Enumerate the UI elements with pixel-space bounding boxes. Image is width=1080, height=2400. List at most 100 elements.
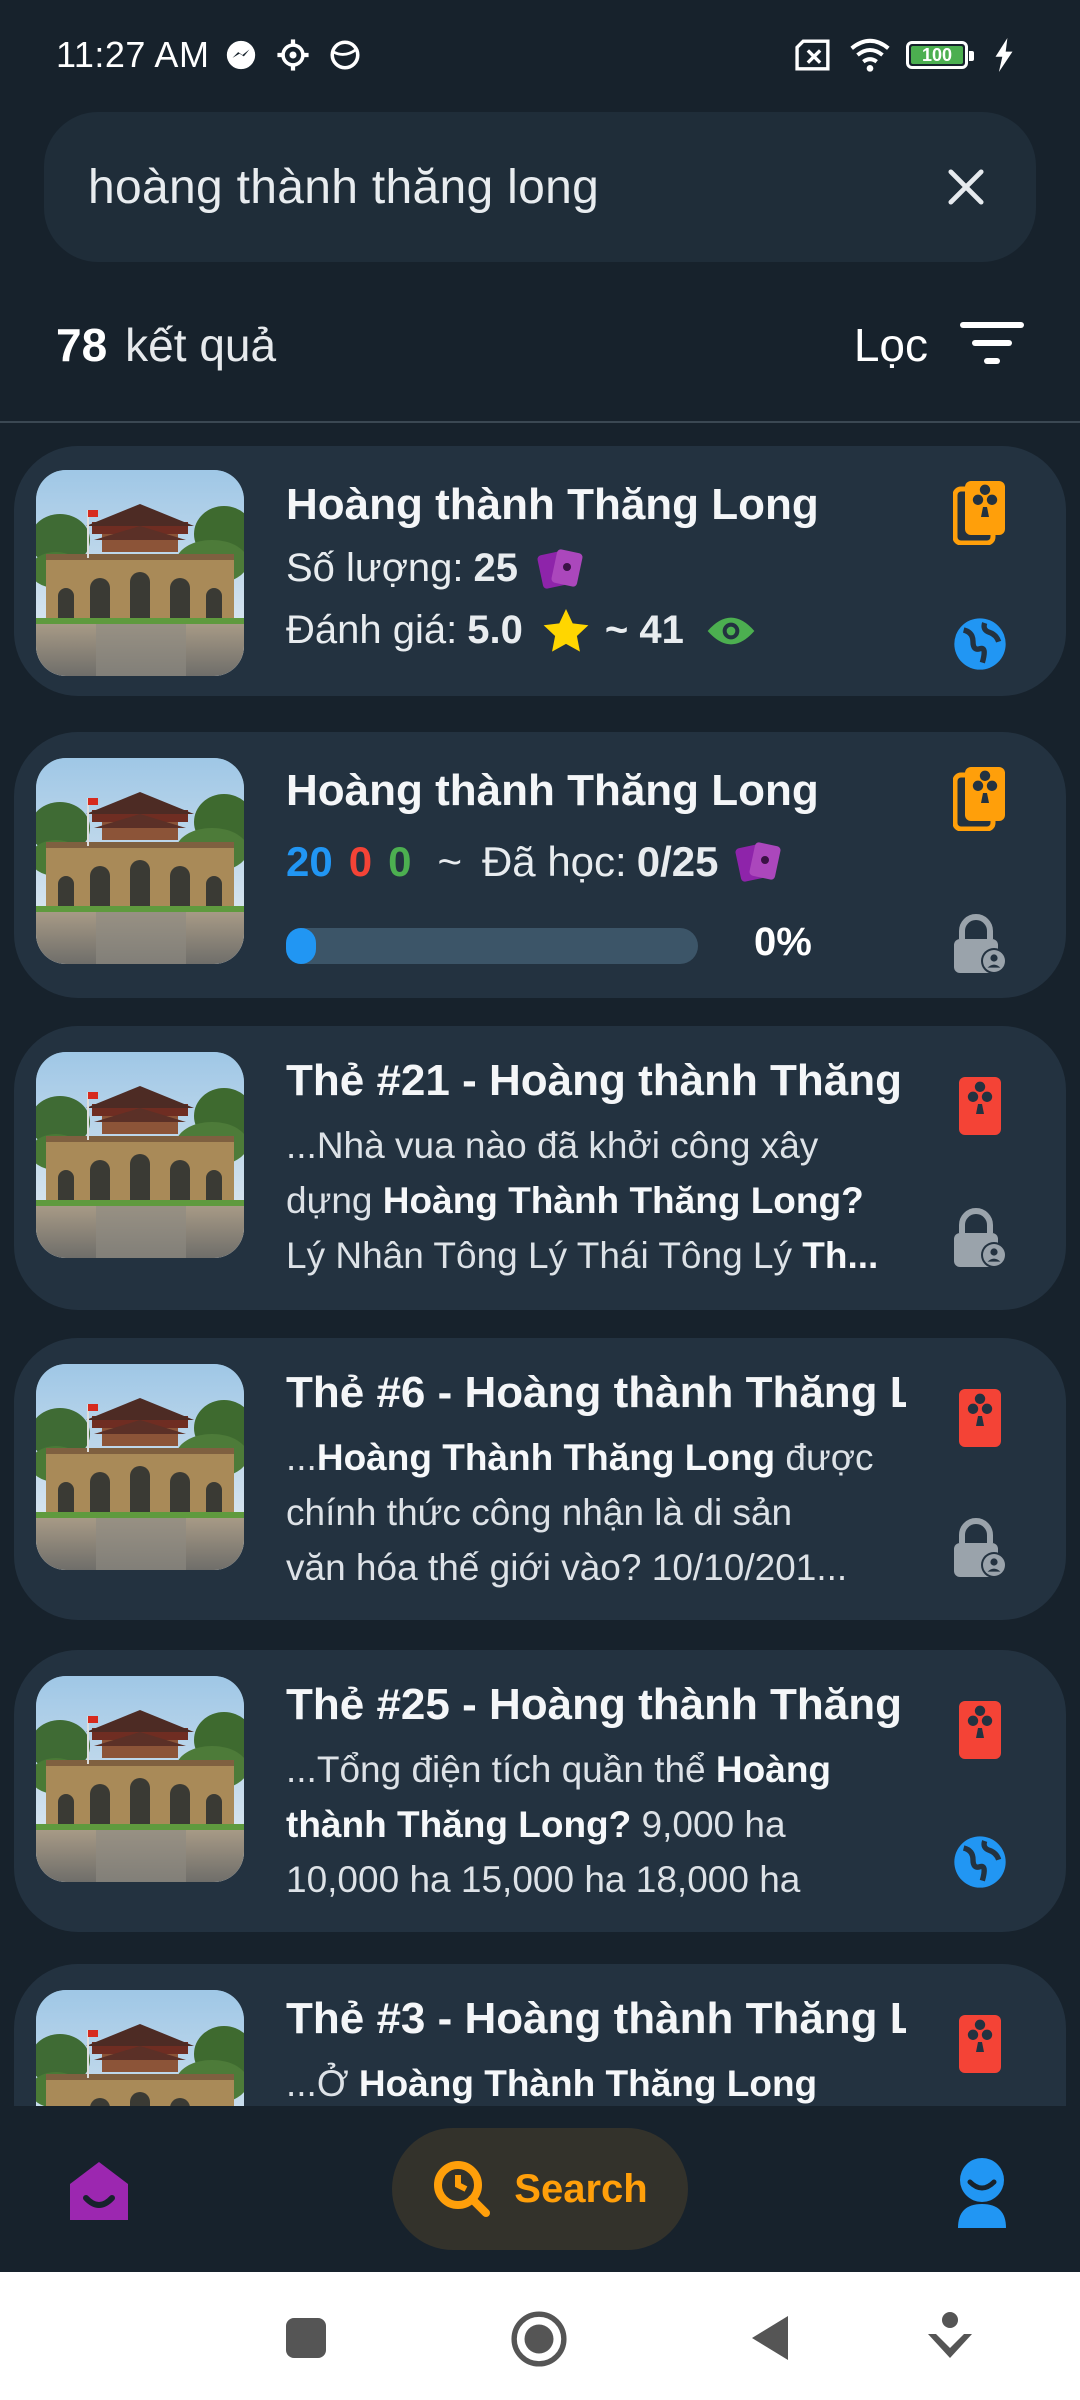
recents-button[interactable] <box>278 2310 334 2366</box>
private-lock-icon[interactable] <box>950 1206 1010 1270</box>
deck-title: Hoàng thành Thăng Long <box>286 766 819 815</box>
wifi-icon <box>850 35 890 75</box>
clear-search-icon[interactable] <box>940 161 992 213</box>
single-card-icon[interactable] <box>950 1698 1010 1762</box>
profile-icon <box>958 2158 1006 2228</box>
snippet-highlight: Hoàng <box>715 1749 832 1790</box>
snippet-line: dựng Hoàng Thành Thăng Long? <box>286 1173 911 1228</box>
profile-tab[interactable] <box>954 2156 1010 2228</box>
snippet-line: ...Nhà vua nào đã khởi công xây <box>286 1125 819 1166</box>
my-deck-card[interactable]: Hoàng thành Thăng Long 20 0 0 ~ Đã học: … <box>14 732 1066 998</box>
progress-percent: 0% <box>754 920 812 964</box>
snippet-line: Lý Nhân Tông Lý Thái Tông Lý Th... <box>286 1228 911 1283</box>
snippet-text: dựng <box>286 1180 383 1221</box>
snippet-line: văn hóa thế giới vào? 10/10/201... <box>286 1547 848 1588</box>
private-lock-icon[interactable] <box>950 912 1010 976</box>
charging-icon <box>984 35 1024 75</box>
snippet-text: ...Ở <box>286 2063 359 2104</box>
snippet-line: 10,000 ha 15,000 ha 18,000 ha <box>286 1859 801 1900</box>
battery-icon: 100 <box>906 41 974 69</box>
snippet-text: ...Tổng điện tích quần thể <box>286 1749 716 1790</box>
card-thumbnail <box>36 1990 244 2106</box>
search-bar[interactable]: hoàng thành thăng long <box>44 112 1036 262</box>
progress-bar <box>286 928 698 964</box>
public-globe-icon[interactable] <box>950 1830 1010 1894</box>
rating-label: Đánh giá: <box>286 608 458 652</box>
filter-label: Lọc <box>853 319 928 371</box>
card-result[interactable]: Thẻ #21 - Hoàng thành Thăng Long ...Nhà … <box>14 1026 1066 1310</box>
card-result[interactable]: Thẻ #25 - Hoàng thành Thăng Long ...Tổng… <box>14 1650 1066 1932</box>
card-result[interactable]: Thẻ #6 - Hoàng thành Thăng Long ...Hoàng… <box>14 1338 1066 1620</box>
tilde: ~ <box>437 838 462 885</box>
single-card-icon[interactable] <box>950 1074 1010 1138</box>
rating-value: 5.0 <box>467 608 523 652</box>
views-count: ~ 41 <box>604 608 684 652</box>
private-lock-icon[interactable] <box>950 1516 1010 1580</box>
filter-icon <box>960 320 1024 371</box>
snippet-line: chính thức công nhận là di sản <box>286 1492 793 1533</box>
card-title: Thẻ #25 - Hoàng thành Thăng Long <box>286 1680 906 1729</box>
bottom-navigation: Search <box>0 2106 1080 2272</box>
settings-gear-icon <box>273 35 313 75</box>
home-button[interactable] <box>510 2310 567 2367</box>
snippet-line: ...Hoàng Thành Thăng Long được <box>286 1430 911 1485</box>
search-input[interactable]: hoàng thành thăng long <box>88 160 940 215</box>
learn-count: 0 <box>388 838 412 885</box>
due-count: 0 <box>348 838 373 885</box>
card-thumbnail <box>36 1676 244 1882</box>
card-title: Thẻ #21 - Hoàng thành Thăng Long <box>286 1056 906 1105</box>
card-title: Thẻ #6 - Hoàng thành Thăng Long <box>286 1368 906 1417</box>
eye-icon <box>706 614 756 648</box>
learned-label: Đã học: <box>481 838 627 885</box>
no-sim-icon <box>794 35 834 75</box>
home-tab[interactable] <box>66 2158 132 2224</box>
cards-icon <box>734 840 784 884</box>
quantity-value: 25 <box>473 546 519 590</box>
deck-study-stats: 20 0 0 ~ Đã học: 0/25 <box>286 838 784 886</box>
deck-result-card[interactable]: Hoàng thành Thăng Long Số lượng: 25 Đánh… <box>14 446 1066 696</box>
deck-cards-icon[interactable] <box>950 480 1010 545</box>
search-tab-label: Search <box>514 2166 648 2211</box>
card-title: Thẻ #3 - Hoàng thành Thăng Long <box>286 1994 906 2043</box>
search-icon <box>434 2161 491 2217</box>
card-result[interactable]: Thẻ #3 - Hoàng thành Thăng Long ...Ở Hoà… <box>14 1964 1066 2106</box>
snippet-highlight: Hoàng Thành Thăng Long <box>316 1437 776 1478</box>
status-time: 11:27 AM <box>56 34 210 75</box>
snippet-text: 9,000 ha <box>631 1804 786 1845</box>
search-tab[interactable]: Search <box>392 2128 688 2250</box>
snippet-highlight: Hoàng Thành Thăng Long? <box>382 1180 864 1221</box>
deck-quantity: Số lượng: 25 <box>286 546 586 591</box>
card-snippet: ...Nhà vua nào đã khởi công xây dựng Hoà… <box>286 1118 911 1283</box>
snippet-highlight: thành Thăng Long? <box>286 1804 632 1845</box>
result-count-label: kết quả <box>125 319 277 371</box>
deck-title: Hoàng thành Thăng Long <box>286 480 819 529</box>
single-card-icon[interactable] <box>950 1386 1010 1450</box>
cards-icon <box>536 547 586 591</box>
hide-keyboard-button[interactable] <box>922 2310 978 2366</box>
messenger-icon <box>221 35 261 75</box>
results-bar: 78 kết quả Lọc <box>0 290 1080 400</box>
deck-thumbnail <box>36 758 244 964</box>
snippet-text: ... <box>286 1437 317 1478</box>
learned-value: 0/25 <box>636 838 719 885</box>
snippet-line: ...Ở Hoàng Thành Thăng Long <box>286 2056 911 2106</box>
card-snippet: ...Ở Hoàng Thành Thăng Long <box>286 2056 911 2106</box>
public-globe-icon[interactable] <box>950 612 1010 676</box>
snippet-line: ...Tổng điện tích quần thể Hoàng <box>286 1742 911 1797</box>
quantity-label: Số lượng: <box>286 546 464 590</box>
star-icon <box>543 608 589 653</box>
status-bar: 11:27 AM 100 <box>0 0 1080 110</box>
home-icon <box>70 2162 128 2220</box>
snippet-highlight: Hoàng Thành Thăng Long <box>358 2063 818 2104</box>
snippet-text: được <box>775 1437 874 1478</box>
progress-fill <box>286 928 316 964</box>
filter-button[interactable]: Lọc <box>854 318 1024 372</box>
single-card-icon[interactable] <box>950 2012 1010 2076</box>
back-button[interactable] <box>744 2310 800 2366</box>
snippet-highlight: Th... <box>802 1235 879 1276</box>
deck-rating: Đánh giá: 5.0 ~ 41 <box>286 608 756 653</box>
deck-cards-icon[interactable] <box>950 766 1010 831</box>
divider <box>0 421 1080 423</box>
result-count: 78 <box>56 319 108 371</box>
result-list[interactable]: Hoàng thành Thăng Long Số lượng: 25 Đánh… <box>0 424 1080 2106</box>
